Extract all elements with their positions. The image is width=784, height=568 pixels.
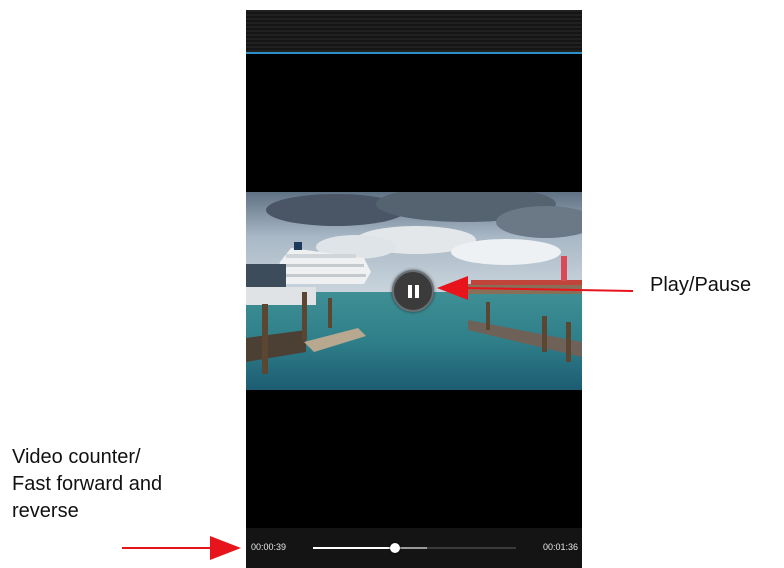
action-bar-divider <box>246 52 582 54</box>
status-bar <box>246 10 582 52</box>
pause-icon <box>408 285 412 298</box>
seek-bar[interactable] <box>313 540 516 556</box>
annotation-line: reverse <box>12 500 79 522</box>
play-pause-button[interactable] <box>392 270 434 312</box>
total-time-label: 00:01:36 <box>542 542 578 552</box>
video-counter-annotation: Video counter/ Fast forward and reverse <box>12 444 232 525</box>
phone-screen: 00:00:39 00:01:36 <box>246 10 582 568</box>
annotation-line: Video counter/ <box>12 446 141 468</box>
seek-thumb[interactable] <box>390 543 400 553</box>
annotation-line: Fast forward and <box>12 473 163 495</box>
pause-icon-bar <box>415 285 419 298</box>
play-pause-annotation: Play/Pause <box>650 274 752 296</box>
counter-arrow-head <box>210 536 241 560</box>
current-time-label: 00:00:39 <box>251 542 287 552</box>
playback-controls: 00:00:39 00:01:36 <box>246 528 582 568</box>
seek-progress <box>313 547 395 549</box>
